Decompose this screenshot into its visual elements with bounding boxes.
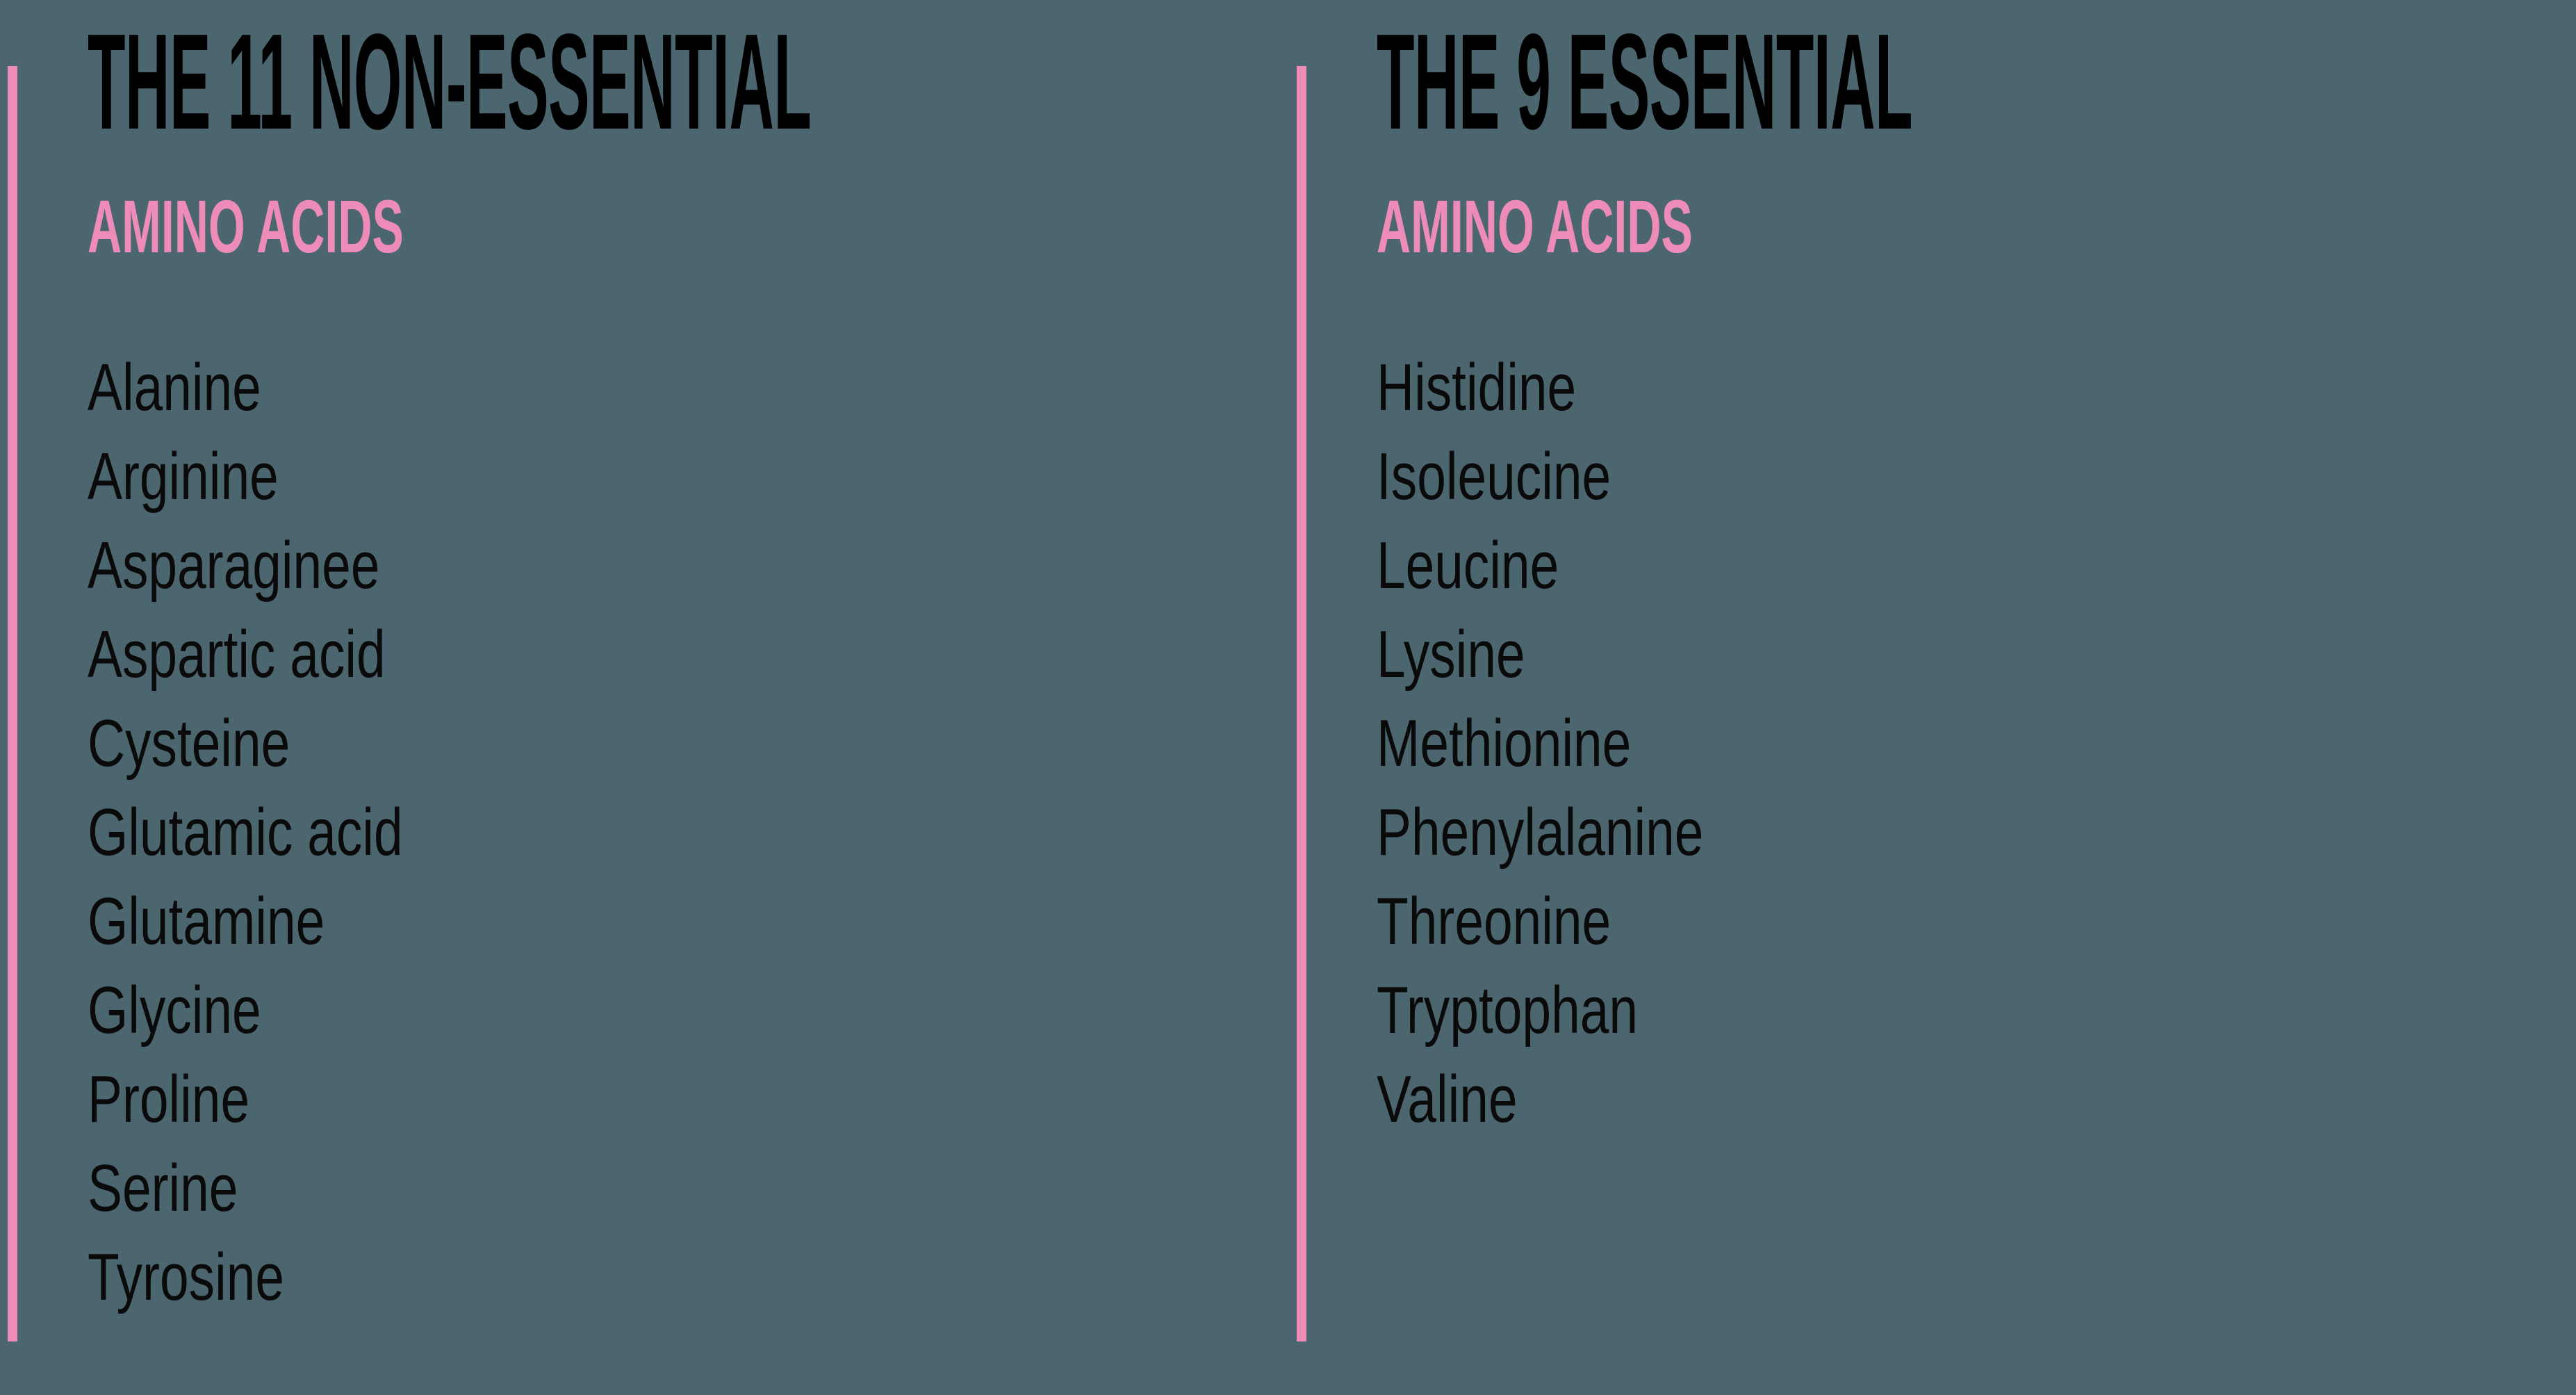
- amino-acid-list-item: Threonine: [1377, 884, 1611, 958]
- amino-acid-list-item: Methionine: [1377, 706, 1632, 781]
- amino-acid-list-item: Valine: [1377, 1062, 1518, 1136]
- amino-acids-poster: THE 11 NON-ESSENTIAL AMINO ACIDS Alanine…: [0, 0, 2576, 1395]
- non-essential-heading: THE 11 NON-ESSENTIAL: [88, 6, 812, 158]
- accent-bar-left: [8, 66, 17, 1341]
- amino-acid-list-item: Alanine: [88, 350, 261, 425]
- amino-acid-list-item: Leucine: [1377, 528, 1559, 603]
- essential-subheading: AMINO ACIDS: [1377, 184, 1693, 268]
- essential-amino-acid-list: Histidine Isoleucine Leucine Lysine Methioni…: [1377, 343, 1796, 1144]
- amino-acid-list-item: Aspartic acid: [88, 617, 386, 692]
- amino-acid-list-item: Glycine: [88, 973, 261, 1047]
- amino-acid-list-item: Cysteine: [88, 706, 290, 781]
- amino-acid-list-item: Tryptophan: [1377, 973, 1639, 1047]
- amino-acid-list-item: Serine: [88, 1151, 238, 1225]
- amino-acid-list-item: Proline: [88, 1062, 250, 1136]
- amino-acid-list-item: Phenylalanine: [1377, 795, 1704, 870]
- amino-acid-list-item: Glutamic acid: [88, 795, 403, 870]
- non-essential-amino-acid-list: Alanine Arginine Asparaginee Aspartic acid C…: [88, 343, 492, 1322]
- amino-acid-list-item: Asparaginee: [88, 528, 380, 603]
- accent-bar-right: [1297, 66, 1306, 1341]
- amino-acid-list-item: Isoleucine: [1377, 439, 1611, 514]
- amino-acid-list-item: Lysine: [1377, 617, 1525, 692]
- essential-amino-acids-column: THE 9 ESSENTIAL AMINO ACIDS Histidine Iso…: [1289, 0, 2576, 1395]
- non-essential-subheading: AMINO ACIDS: [88, 184, 404, 268]
- amino-acid-list-item: Histidine: [1377, 350, 1577, 425]
- amino-acid-list-item: Arginine: [88, 439, 279, 514]
- essential-heading: THE 9 ESSENTIAL: [1377, 6, 1913, 158]
- amino-acid-list-item: Tyrosine: [88, 1240, 284, 1314]
- amino-acid-list-item: Glutamine: [88, 884, 325, 958]
- non-essential-amino-acids-column: THE 11 NON-ESSENTIAL AMINO ACIDS Alanine…: [0, 0, 1289, 1395]
